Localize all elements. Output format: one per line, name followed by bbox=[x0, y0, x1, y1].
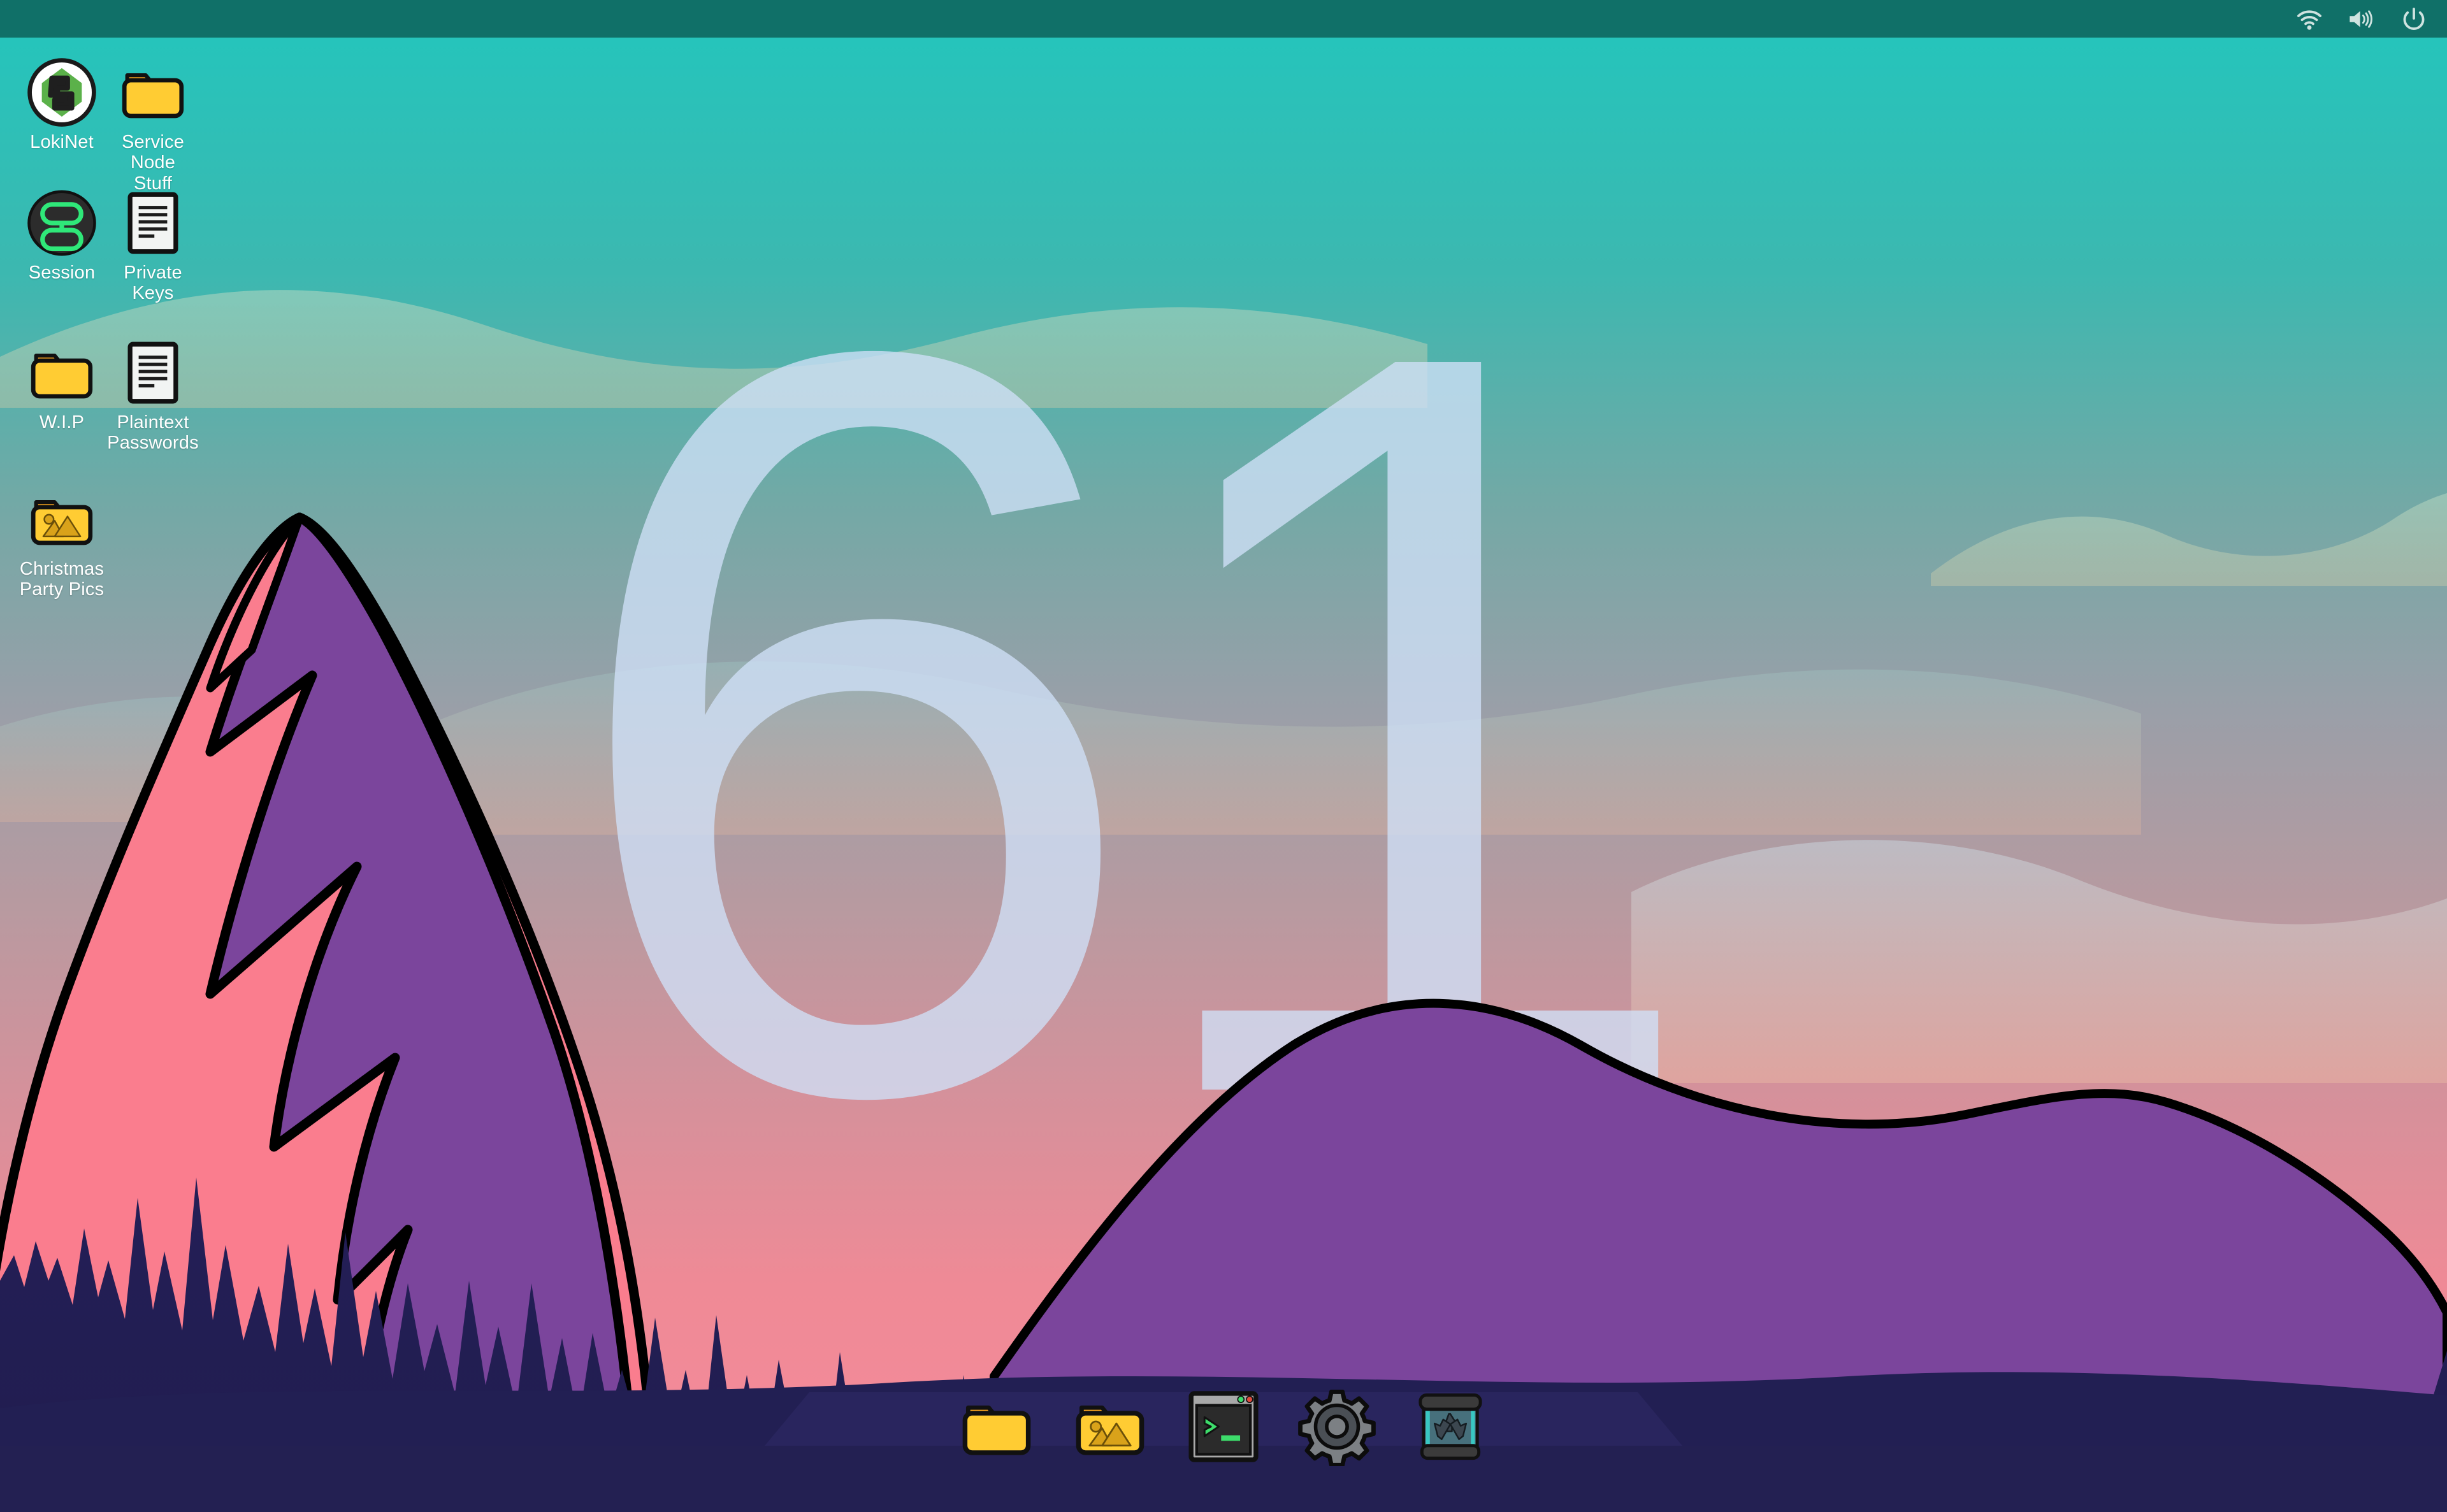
power-icon[interactable] bbox=[2400, 5, 2428, 33]
trash-recycle-icon bbox=[1411, 1387, 1490, 1466]
desktop-wallpaper[interactable]: 61 bbox=[0, 0, 2447, 1512]
desktop-icon-christmas-party-pics[interactable]: Christmas Party Pics bbox=[8, 484, 116, 600]
desktop-icon-label: Service Node Stuff bbox=[121, 132, 185, 194]
desktop-icon-plaintext-passwords[interactable]: Plaintext Passwords bbox=[99, 337, 207, 454]
dock-item-files[interactable] bbox=[957, 1387, 1036, 1466]
desktop-icon-label: LokiNet bbox=[30, 132, 94, 152]
wifi-icon[interactable] bbox=[2295, 5, 2323, 33]
system-tray bbox=[2295, 5, 2447, 33]
dock-items bbox=[957, 1387, 1490, 1466]
dock-item-pictures[interactable] bbox=[1071, 1387, 1150, 1466]
dock bbox=[0, 1385, 2447, 1512]
desktop-icon-label: Christmas Party Pics bbox=[19, 559, 105, 600]
document-icon bbox=[117, 337, 189, 408]
desktop-icon-service-node-stuff[interactable]: Service Node Stuff bbox=[99, 57, 207, 194]
desktop-icon-label: Private Keys bbox=[124, 263, 182, 304]
folder-icon bbox=[26, 337, 97, 408]
folder-pictures-icon bbox=[26, 484, 97, 555]
folder-pictures-icon bbox=[1071, 1387, 1150, 1466]
desktop-icon-private-keys[interactable]: Private Keys bbox=[99, 187, 207, 304]
dock-item-trash[interactable] bbox=[1411, 1387, 1490, 1466]
desktop-icon-label: Plaintext Passwords bbox=[107, 412, 199, 454]
document-icon bbox=[117, 187, 189, 259]
folder-icon bbox=[117, 57, 189, 128]
dock-item-terminal[interactable] bbox=[1184, 1387, 1263, 1466]
terminal-icon bbox=[1184, 1387, 1263, 1466]
gear-icon bbox=[1297, 1387, 1376, 1466]
volume-icon[interactable] bbox=[2348, 5, 2376, 33]
dock-item-settings[interactable] bbox=[1297, 1387, 1376, 1466]
desktop-icon-label: W.I.P bbox=[39, 412, 85, 433]
top-status-bar bbox=[0, 0, 2447, 38]
folder-icon bbox=[957, 1387, 1036, 1466]
session-logo-icon bbox=[26, 187, 97, 259]
lokinet-logo-icon bbox=[26, 57, 97, 128]
desktop-icon-label: Session bbox=[28, 263, 96, 283]
